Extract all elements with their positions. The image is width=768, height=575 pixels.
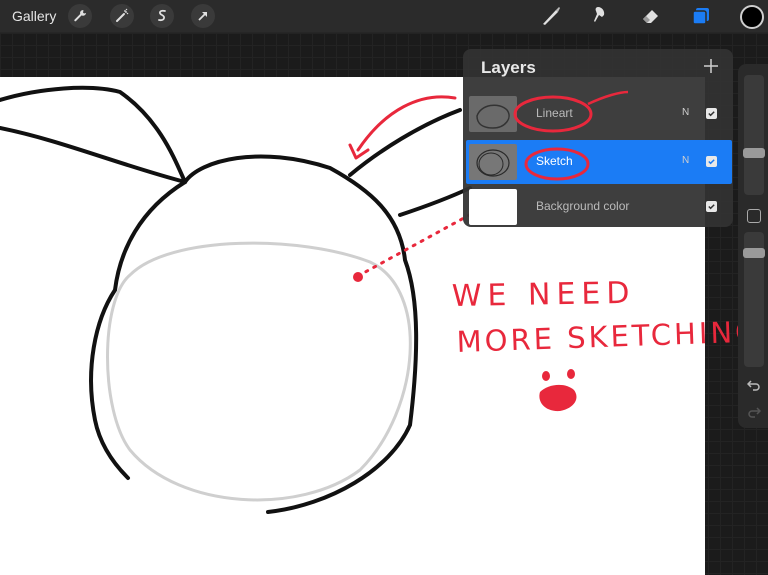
red-dot bbox=[353, 272, 363, 282]
blend-mode-button[interactable]: N bbox=[682, 155, 689, 166]
layer-thumbnail bbox=[469, 189, 517, 225]
opacity-handle[interactable] bbox=[743, 248, 765, 258]
annotation-line-2: MORE SKETCHING bbox=[456, 314, 761, 359]
visibility-checkbox[interactable] bbox=[706, 108, 717, 119]
sketch-ellipse bbox=[106, 241, 412, 502]
lineart-head-left bbox=[89, 180, 187, 480]
red-eye-right bbox=[567, 369, 575, 379]
modify-button[interactable] bbox=[747, 209, 761, 223]
red-face-mark bbox=[539, 384, 577, 412]
layers-title: Layers bbox=[481, 58, 536, 77]
brush-size-handle[interactable] bbox=[743, 148, 765, 158]
layer-name: Background color bbox=[536, 199, 630, 213]
lineart-head bbox=[183, 154, 419, 514]
layer-row-lineart[interactable]: Lineart N bbox=[466, 92, 732, 136]
red-eye-left bbox=[542, 371, 550, 381]
brush-size-slider[interactable] bbox=[744, 75, 764, 195]
layer-row-sketch[interactable]: Sketch N bbox=[466, 140, 732, 184]
blend-mode-button[interactable]: N bbox=[682, 107, 689, 118]
visibility-checkbox[interactable] bbox=[706, 201, 717, 212]
layer-thumbnail bbox=[469, 96, 517, 132]
layer-name: Lineart bbox=[536, 106, 573, 120]
lineart-ear-right-lower bbox=[398, 186, 472, 217]
lineart-ear-left-bottom bbox=[0, 126, 187, 184]
lineart-ear-right bbox=[348, 108, 462, 177]
undo-icon[interactable] bbox=[745, 376, 763, 394]
red-arrow bbox=[356, 95, 457, 152]
annotation-line-1: WE NEED bbox=[452, 276, 636, 314]
redo-icon[interactable] bbox=[745, 403, 763, 421]
add-layer-icon[interactable] bbox=[702, 57, 720, 75]
layer-name: Sketch bbox=[536, 154, 573, 168]
visibility-checkbox[interactable] bbox=[706, 156, 717, 167]
layer-row-background[interactable]: Background color bbox=[466, 185, 732, 229]
layer-thumbnail bbox=[469, 144, 517, 180]
